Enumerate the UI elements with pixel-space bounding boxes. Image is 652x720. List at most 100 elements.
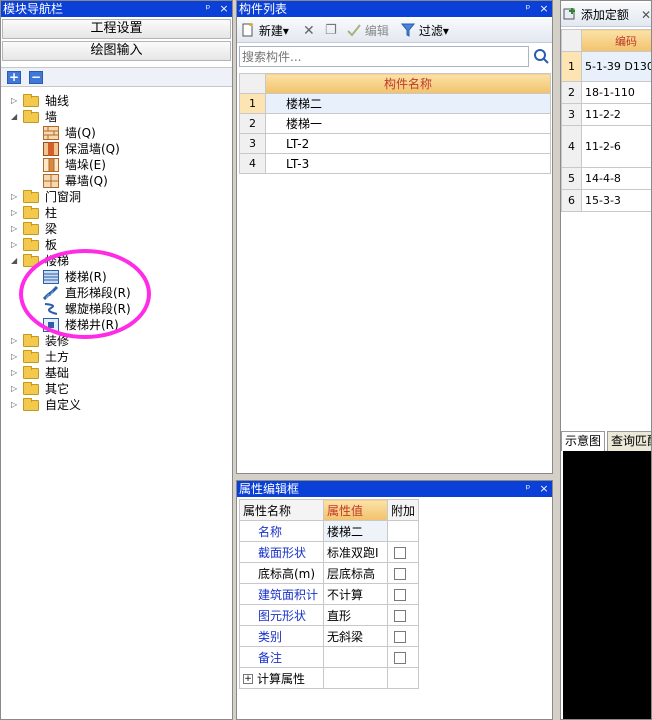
property-row[interactable]: 类别 无斜梁 — [239, 625, 420, 647]
folder-icon — [23, 398, 39, 411]
new-button[interactable]: 新建▾ — [241, 22, 289, 40]
column-header-code[interactable]: 编码 — [581, 29, 651, 52]
table-row[interactable]: 1 5-1-39 D130 — [561, 51, 651, 82]
column-header-name[interactable]: 构件名称 — [265, 73, 551, 94]
quota-code-cell[interactable]: 15-3-3 — [581, 189, 651, 212]
pin-icon[interactable]: ᵖ — [522, 481, 534, 497]
table-row[interactable]: 3 LT-2 — [239, 133, 551, 154]
table-row[interactable]: 2 18-1-110 — [561, 81, 651, 104]
filter-button[interactable]: 过滤▾ — [400, 22, 449, 40]
component-name-cell[interactable]: LT-2 — [265, 133, 551, 154]
calc-properties-group[interactable]: + 计算属性 — [239, 667, 324, 689]
row-number-header — [239, 73, 266, 94]
table-row[interactable]: 3 11-2-2 — [561, 103, 651, 126]
table-row[interactable]: 2 楼梯一 — [239, 113, 551, 134]
collapse-icon[interactable]: ◢ — [11, 113, 19, 121]
close-icon[interactable]: × — [538, 1, 550, 17]
checkbox[interactable] — [394, 630, 406, 643]
copy-icon[interactable]: ❐ — [325, 22, 337, 40]
expand-icon[interactable]: ▷ — [11, 225, 19, 233]
search-icon[interactable] — [531, 46, 551, 67]
row-number: 1 — [239, 93, 266, 114]
module-navigator: 模块导航栏 ᵖ × 工程设置 绘图输入 + − ▷ 轴线 ◢ 墙 墙(Q) 保温… — [0, 0, 233, 720]
expand-icon[interactable]: ▷ — [11, 369, 19, 377]
quota-code-cell[interactable]: 11-2-6 — [581, 125, 651, 168]
tree-item-label: 自定义 — [45, 398, 82, 412]
tree-item-label: 轴线 — [45, 94, 70, 108]
tab-query-match[interactable]: 查询匹配 — [607, 431, 651, 451]
expand-all-icon[interactable]: + — [7, 71, 21, 84]
folder-open-icon — [23, 110, 39, 123]
property-value[interactable]: 层底标高 — [323, 562, 388, 584]
tree-item-label: 墙垛(E) — [65, 158, 106, 172]
checkbox[interactable] — [394, 546, 406, 559]
property-value[interactable]: 标准双跑I — [323, 541, 388, 563]
folder-icon — [23, 206, 39, 219]
collapse-icon[interactable]: ◢ — [11, 257, 19, 265]
folder-icon — [23, 366, 39, 379]
property-row[interactable]: 截面形状 标准双跑I — [239, 541, 420, 563]
table-row[interactable]: 1 楼梯二 — [239, 93, 551, 114]
property-value[interactable]: 无斜梁 — [323, 625, 388, 647]
component-name-cell[interactable]: 楼梯一 — [265, 113, 551, 134]
edit-button[interactable]: 编辑 — [347, 22, 389, 40]
checkbox[interactable] — [394, 588, 406, 601]
checkbox[interactable] — [394, 651, 406, 664]
expand-icon[interactable]: ▷ — [11, 385, 19, 393]
property-value[interactable]: 不计算 — [323, 583, 388, 605]
table-row[interactable]: 5 14-4-8 — [561, 167, 651, 190]
pin-icon[interactable]: ᵖ — [522, 1, 534, 17]
tree-item-label: 基础 — [45, 366, 70, 380]
quota-code-cell[interactable]: 5-1-39 D130 — [581, 51, 651, 82]
expand-icon[interactable]: ▷ — [11, 209, 19, 217]
property-value[interactable]: 直形 — [323, 604, 388, 626]
property-value[interactable]: 楼梯二 — [323, 520, 388, 542]
property-name: 建筑面积计 — [239, 583, 324, 605]
expand-icon[interactable]: ▷ — [11, 401, 19, 409]
collapse-all-icon[interactable]: − — [29, 71, 43, 84]
table-row[interactable]: 4 LT-3 — [239, 153, 551, 174]
expand-plus-icon[interactable]: + — [243, 674, 253, 684]
expand-icon[interactable]: ▷ — [11, 337, 19, 345]
row-number: 1 — [561, 51, 582, 82]
quota-code-cell[interactable]: 18-1-110 — [581, 81, 651, 104]
chevron-down-icon: ▾ — [282, 24, 289, 38]
quota-code-cell[interactable]: 11-2-2 — [581, 103, 651, 126]
component-name-cell[interactable]: 楼梯二 — [265, 93, 551, 114]
expand-icon[interactable]: ▷ — [11, 353, 19, 361]
close-icon[interactable]: × — [218, 1, 230, 17]
close-quota-icon[interactable]: ✕ — [641, 6, 651, 24]
expand-icon[interactable]: ▷ — [11, 97, 19, 105]
tab-diagram[interactable]: 示意图 — [561, 431, 606, 451]
add-quota-button[interactable]: 添加定额 — [563, 6, 629, 24]
expand-icon[interactable]: ▷ — [11, 193, 19, 201]
property-row[interactable]: 备注 — [239, 646, 420, 668]
quota-code-cell[interactable]: 14-4-8 — [581, 167, 651, 190]
property-extra — [386, 562, 420, 584]
property-row[interactable]: 图元形状 直形 — [239, 604, 420, 626]
search-input[interactable] — [239, 46, 529, 67]
tree-item-label: 门窗洞 — [45, 190, 82, 204]
checkbox[interactable] — [394, 609, 406, 622]
property-row[interactable]: 建筑面积计 不计算 — [239, 583, 420, 605]
checkbox[interactable] — [394, 567, 406, 580]
property-row[interactable]: 名称 楼梯二 — [239, 520, 420, 542]
wall-icon — [43, 126, 59, 140]
property-value-empty — [323, 667, 388, 689]
drawing-input-button[interactable]: 绘图输入 — [2, 41, 231, 61]
quota-toolbar: 添加定额 ✕ — [561, 3, 651, 27]
table-row[interactable]: 6 15-3-3 — [561, 189, 651, 212]
table-row[interactable]: 4 11-2-6 — [561, 125, 651, 168]
property-extra-empty — [386, 520, 420, 542]
component-name-cell[interactable]: LT-3 — [265, 153, 551, 174]
pin-icon[interactable]: ᵖ — [202, 1, 214, 17]
component-list-panel: 构件列表 ᵖ × 新建▾ ✕ ❐ 编辑 过滤▾ 构件名称 1 楼梯 — [236, 0, 553, 474]
expand-icon[interactable]: ▷ — [11, 241, 19, 249]
property-value-header: 属性值 — [323, 499, 388, 521]
property-group-row[interactable]: + 计算属性 — [239, 667, 420, 689]
close-icon[interactable]: × — [538, 481, 550, 497]
project-settings-button[interactable]: 工程设置 — [2, 19, 231, 39]
delete-icon[interactable]: ✕ — [303, 22, 315, 40]
property-value[interactable] — [323, 646, 388, 668]
property-row[interactable]: 底标高(m) 层底标高 — [239, 562, 420, 584]
